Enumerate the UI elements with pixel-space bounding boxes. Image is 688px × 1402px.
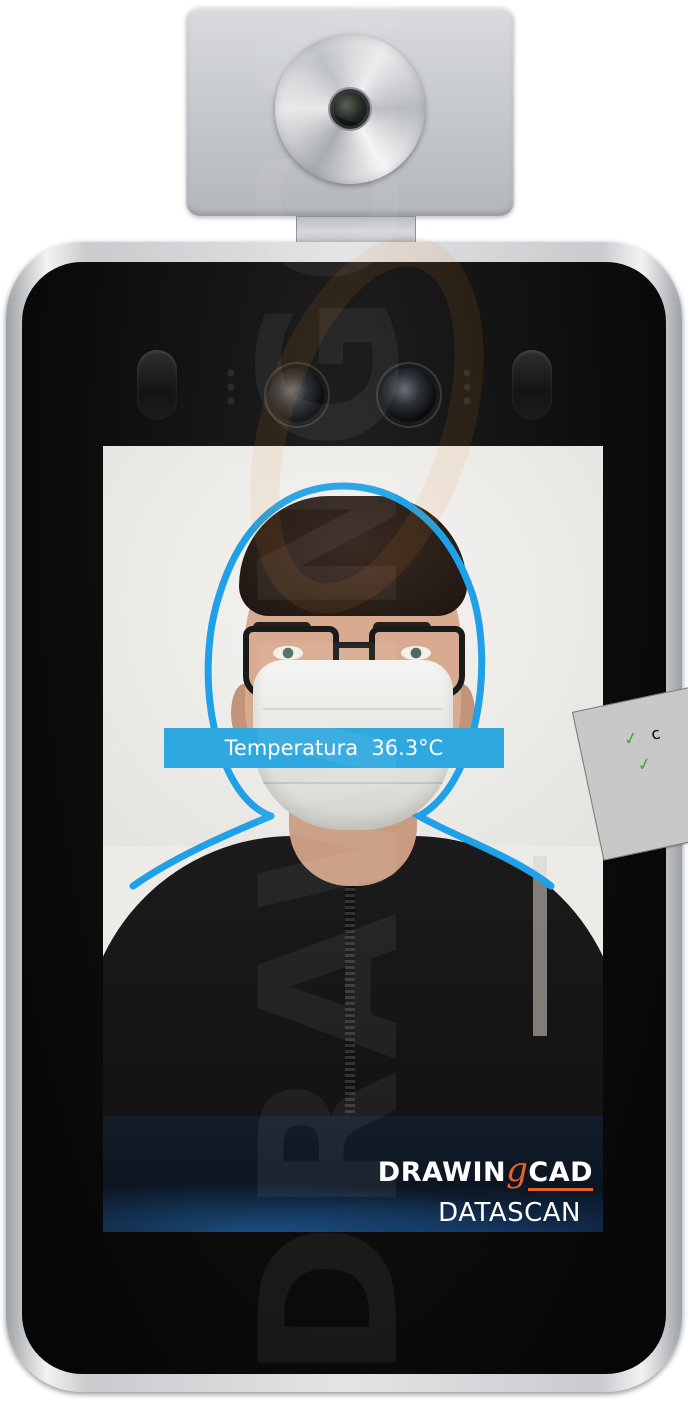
device-screen: Temperatura 36.3°C DRAWINgCAD DATASCAN <box>103 446 603 1232</box>
left-ir-led-array <box>226 366 236 408</box>
drawingcad-logo: DRAWINgCAD <box>377 1150 593 1191</box>
shoulder-guide-left <box>129 812 275 890</box>
right-face-camera-icon <box>382 368 436 422</box>
left-sensor-window <box>137 350 177 420</box>
check-icon: ✓ <box>635 753 654 777</box>
check-icon: ✓ <box>622 728 641 751</box>
right-ir-led-array <box>462 366 472 408</box>
face-detection-guide <box>129 482 555 890</box>
face-outline-guide <box>204 482 555 890</box>
logo-letter-g: g <box>506 1150 529 1190</box>
thermal-lens-icon <box>333 92 367 126</box>
right-sensor-window <box>512 350 552 420</box>
note-item-label: c <box>649 723 662 744</box>
logo-text-end: CAD <box>528 1157 593 1191</box>
temperature-readout: Temperatura 36.3°C <box>164 728 504 768</box>
left-face-camera-icon <box>270 368 324 422</box>
logo-text-start: DRAWIN <box>377 1157 507 1188</box>
product-name: DATASCAN <box>438 1198 581 1228</box>
